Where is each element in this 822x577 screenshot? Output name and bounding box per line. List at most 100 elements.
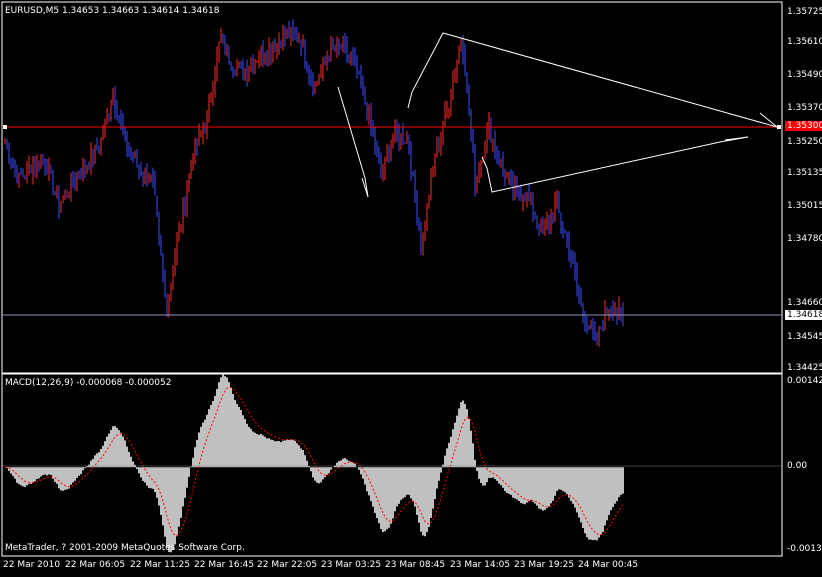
macd-bar [170, 467, 172, 552]
macd-bar [328, 467, 330, 473]
macd-bar [132, 462, 134, 468]
price-axis-label: 1.34425 [787, 363, 822, 373]
macd-bar [286, 439, 288, 467]
price-candles [5, 19, 623, 347]
hline-handle-left[interactable] [3, 125, 7, 129]
macd-bar [552, 467, 554, 501]
chart-header: EURUSD,M5 1.34653 1.34663 1.34614 1.3461… [5, 6, 219, 16]
macd-bar [24, 467, 26, 487]
macd-bar [400, 467, 402, 500]
macd-bar [480, 467, 482, 483]
macd-bar [484, 467, 486, 485]
macd-bar [108, 434, 110, 468]
price-axis-label: 1.34660 [787, 298, 822, 308]
macd-bar [560, 467, 562, 490]
macd-bar [168, 467, 170, 552]
macd-bar [518, 467, 520, 501]
macd-bar [414, 467, 416, 506]
macd-bar [74, 467, 76, 481]
macd-bar [532, 467, 534, 501]
macd-bar [294, 441, 296, 467]
macd-bar [292, 440, 294, 467]
macd-bar [16, 467, 18, 483]
macd-bar [256, 434, 258, 467]
macd-histogram [6, 375, 624, 553]
macd-bar [22, 467, 24, 486]
macd-bar [470, 431, 472, 468]
bid-price-tag: 1.34618 [785, 310, 822, 320]
macd-bar [40, 467, 42, 476]
macd-bar [430, 467, 432, 518]
macd-bar [282, 441, 284, 468]
macd-bar [126, 447, 128, 468]
price-axis-label: 1.34545 [787, 332, 822, 342]
macd-bar [596, 467, 598, 540]
macd-bar [44, 467, 46, 474]
macd-bar [520, 467, 522, 503]
macd-bar [30, 467, 32, 484]
macd-bar [20, 467, 22, 485]
macd-bar [186, 467, 188, 487]
time-axis-label: 22 Mar 11:25 [130, 560, 190, 570]
macd-bar [454, 423, 456, 468]
time-axis-label: 23 Mar 03:25 [321, 560, 381, 570]
macd-bar [506, 467, 508, 493]
macd-bar [124, 440, 126, 467]
macd-bar [586, 467, 588, 537]
macd-bar [84, 467, 86, 468]
arrow-drawing[interactable] [338, 87, 368, 197]
macd-bar [158, 467, 160, 505]
macd-bar [478, 467, 480, 479]
macd-bar [416, 467, 418, 515]
macd-bar [412, 467, 414, 501]
macd-bar [142, 467, 144, 481]
macd-bar [380, 467, 382, 529]
macd-bar [62, 467, 64, 491]
macd-bar [608, 467, 610, 515]
hline-handle-right[interactable] [777, 125, 781, 129]
macd-bar [564, 467, 566, 492]
macd-bar [580, 467, 582, 522]
macd-bar [28, 467, 30, 484]
macd-bar [290, 439, 292, 467]
macd-bar [216, 389, 218, 467]
macd-bar [320, 467, 322, 482]
trendline-drawing-lower[interactable] [482, 137, 748, 192]
macd-bar [528, 467, 530, 501]
macd-axis-label: -0.00138 [787, 544, 822, 554]
time-axis-label: 22 Mar 2010 [3, 560, 60, 570]
macd-bar [46, 467, 48, 475]
macd-bar [376, 467, 378, 518]
macd-bar [556, 467, 558, 491]
macd-bar [50, 467, 52, 475]
macd-bar [298, 445, 300, 467]
macd-bar [446, 448, 448, 467]
macd-bar [194, 447, 196, 467]
macd-bar [238, 407, 240, 467]
macd-bar [210, 405, 212, 467]
macd-bar [538, 467, 540, 508]
macd-bar [154, 467, 156, 492]
macd-bar [582, 467, 584, 528]
macd-bar [202, 423, 204, 468]
macd-bar [190, 467, 192, 468]
macd-bar [594, 467, 596, 540]
macd-bar [544, 467, 546, 510]
macd-bar [96, 453, 98, 467]
macd-bar [306, 461, 308, 468]
macd-bar [336, 463, 338, 468]
macd-bar [102, 446, 104, 467]
macd-bar [622, 467, 624, 493]
macd-bar [468, 419, 470, 467]
chart-canvas[interactable] [0, 0, 822, 573]
macd-bar [476, 467, 478, 471]
macd-bar [26, 467, 28, 485]
price-axis-label: 1.35135 [787, 168, 822, 178]
macd-bar [260, 434, 262, 467]
macd-bar [198, 432, 200, 467]
macd-bar [402, 467, 404, 498]
macd-bar [418, 467, 420, 522]
macd-bar [34, 467, 36, 481]
time-axis-label: 22 Mar 22:05 [257, 560, 317, 570]
macd-bar [604, 467, 606, 525]
